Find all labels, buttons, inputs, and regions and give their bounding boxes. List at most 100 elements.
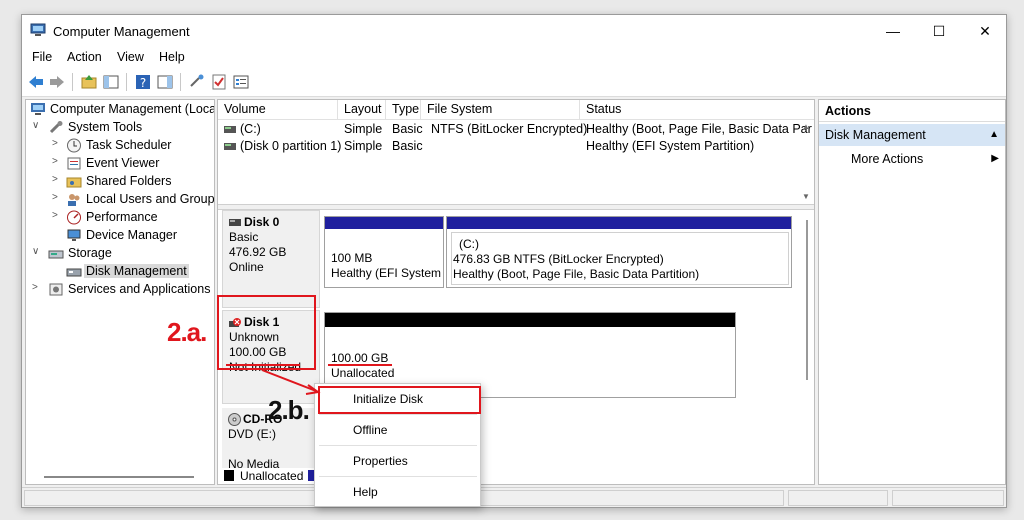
scrollbar-thumb[interactable] — [806, 220, 808, 380]
partition-size: 100 MB — [331, 251, 373, 265]
tree-root-label: Computer Management (Local — [50, 102, 215, 116]
disk-type: Basic — [229, 230, 259, 244]
menu-bar: File Action View Help — [22, 47, 1006, 67]
partition-status: Healthy (EFI System — [331, 266, 442, 280]
chevron-right-icon[interactable]: > — [52, 174, 62, 185]
toolbar-separator — [126, 73, 127, 91]
chevron-right-icon[interactable]: > — [52, 156, 62, 167]
disk-0-label[interactable]: Disk 0 Basic 476.92 GB Online — [222, 210, 320, 308]
column-volume[interactable]: Volume — [218, 100, 338, 119]
legend-label: Unallocated — [240, 469, 304, 483]
title-bar[interactable]: Computer Management — ☐ ✕ — [22, 15, 1006, 47]
menu-help[interactable]: Help — [159, 50, 185, 64]
shared-folder-icon — [66, 177, 82, 188]
actions-header: Actions — [819, 100, 1005, 122]
chevron-right-icon[interactable]: > — [52, 210, 62, 221]
tree-label: Local Users and Groups — [86, 192, 215, 206]
chevron-down-icon[interactable]: ∨ — [32, 120, 42, 131]
tree-label: Event Viewer — [86, 156, 160, 170]
event-viewer-icon — [67, 157, 81, 170]
chevron-right-icon[interactable]: > — [32, 282, 42, 293]
annotation-underline-unallocated — [328, 364, 392, 366]
users-icon — [68, 194, 80, 206]
properties-view-icon[interactable] — [156, 73, 174, 91]
computer-management-icon — [30, 23, 46, 36]
svg-text:?: ? — [140, 76, 146, 90]
annotation-box-disk1 — [217, 295, 316, 370]
tree-label: System Tools — [68, 120, 143, 134]
volume-name: (Disk 0 partition 1) — [240, 139, 342, 153]
close-button[interactable]: ✕ — [962, 15, 1008, 47]
console-tree: Computer Management (Local ∨ System Tool… — [25, 99, 215, 485]
partition-size: 476.83 GB NTFS (BitLocker Encrypted) — [453, 252, 664, 266]
volume-icon — [224, 143, 236, 150]
disk-vertical-scrollbar[interactable] — [800, 210, 814, 484]
menu-separator — [319, 445, 477, 446]
chevron-right-icon[interactable]: > — [52, 138, 62, 149]
menu-file[interactable]: File — [32, 50, 52, 64]
column-file-system[interactable]: File System — [421, 100, 580, 119]
table-row[interactable]: (C:) Simple Basic NTFS (BitLocker Encryp… — [218, 121, 814, 138]
menu-item-offline[interactable]: Offline — [315, 419, 480, 441]
table-row[interactable]: (Disk 0 partition 1) Simple Basic Health… — [218, 138, 814, 155]
back-arrow-icon[interactable] — [27, 73, 45, 91]
column-layout[interactable]: Layout — [338, 100, 386, 119]
actions-pane: Actions Disk Management ▲ More Actions ▶ — [818, 99, 1006, 485]
partition-status: Unallocated — [331, 366, 395, 380]
up-folder-icon[interactable] — [80, 73, 98, 91]
status-pane — [892, 490, 1004, 506]
storage-icon — [48, 250, 64, 259]
minimize-button[interactable]: — — [870, 15, 916, 47]
menu-item-properties[interactable]: Properties — [315, 450, 480, 472]
disk-icon — [229, 219, 241, 226]
tree-label: Storage — [68, 246, 112, 260]
volume-name: (C:) — [240, 122, 261, 136]
maximize-button[interactable]: ☐ — [916, 15, 962, 47]
disk-size: 476.92 GB — [229, 245, 287, 259]
tree-horizontal-scrollbar[interactable] — [29, 473, 211, 481]
menu-item-help[interactable]: Help — [315, 481, 480, 503]
menu-separator — [319, 414, 477, 415]
device-manager-icon — [67, 229, 81, 241]
action-more-actions[interactable]: More Actions ▶ — [819, 148, 1005, 170]
menu-separator — [319, 476, 477, 477]
scroll-down-arrow-icon[interactable]: ▼ — [802, 192, 810, 201]
disk-name: Disk 0 — [244, 215, 280, 229]
column-status[interactable]: Status — [580, 100, 814, 119]
toolbar-separator — [72, 73, 73, 91]
chevron-right-icon[interactable]: > — [52, 192, 62, 203]
collapse-up-icon[interactable]: ▲ — [989, 124, 999, 146]
partition-status: Healthy (Boot, Page File, Basic Data Par… — [453, 267, 700, 281]
scroll-up-arrow-icon[interactable]: ▲ — [802, 122, 810, 131]
partition-bar — [325, 313, 735, 327]
volume-type: Basic — [392, 139, 423, 153]
tree-label: Services and Applications — [68, 282, 211, 296]
disk-status: Online — [229, 260, 264, 274]
column-type[interactable]: Type — [386, 100, 421, 119]
action-disk-management[interactable]: Disk Management ▲ — [819, 124, 1005, 146]
help-icon[interactable]: ? — [134, 73, 152, 91]
tree-label: Performance — [86, 210, 158, 224]
tree-label: Disk Management — [84, 264, 189, 278]
list-view-icon[interactable] — [232, 73, 250, 91]
status-pane — [788, 490, 888, 506]
toolbar-separator — [180, 73, 181, 91]
volume-layout: Simple — [344, 139, 383, 153]
checklist-icon[interactable] — [210, 73, 228, 91]
forward-arrow-icon[interactable] — [48, 73, 66, 91]
connect-icon[interactable] — [188, 73, 206, 91]
legend-swatch-unallocated — [224, 470, 234, 481]
computer-management-icon — [31, 103, 45, 115]
toolbar: ? — [22, 67, 1006, 97]
volume-icon — [224, 126, 236, 133]
chevron-down-icon[interactable]: ∨ — [32, 246, 42, 257]
c-partition[interactable]: (C:) 476.83 GB NTFS (BitLocker Encrypted… — [446, 216, 792, 288]
clock-icon — [67, 138, 81, 153]
menu-view[interactable]: View — [117, 50, 144, 64]
scrollbar-thumb[interactable] — [44, 476, 194, 478]
annotation-arrow-icon — [261, 369, 321, 395]
volume-status: Healthy (Boot, Page File, Basic Data Par… — [586, 122, 812, 136]
show-hide-tree-icon[interactable] — [102, 73, 120, 91]
menu-action[interactable]: Action — [67, 50, 102, 64]
efi-partition[interactable]: 100 MB Healthy (EFI System — [324, 216, 444, 288]
